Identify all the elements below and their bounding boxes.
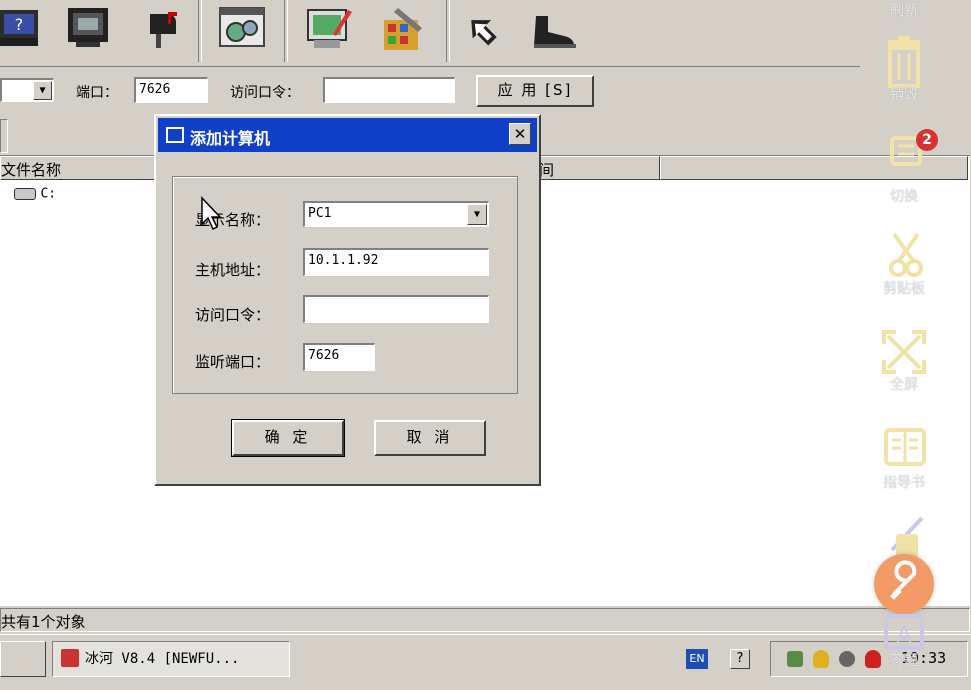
- listen-port-label: 监听端口：: [195, 353, 271, 371]
- port-input[interactable]: 7626: [134, 77, 208, 103]
- floating-tool-button[interactable]: [874, 554, 934, 614]
- shield-icon[interactable]: [813, 650, 829, 668]
- sidebar-item-label: 刷新: [890, 3, 918, 19]
- display-name-value: PC1: [308, 206, 332, 221]
- trash-icon: [888, 36, 920, 88]
- security-icon[interactable]: [839, 651, 855, 667]
- display-name-select[interactable]: PC1 ▼: [303, 201, 489, 227]
- clipboard-icon: [889, 232, 923, 277]
- toolbar-separator: [446, 0, 450, 62]
- column-header-label: 间: [539, 161, 555, 179]
- close-icon: ✕: [513, 125, 527, 143]
- sidebar-item-label: 剪贴板: [883, 281, 925, 297]
- toolbar: ?: [0, 0, 860, 67]
- shoe-icon[interactable]: [530, 10, 576, 54]
- sidebar-item-guide-book[interactable]: 指导书: [862, 424, 946, 492]
- taskbar-app-title: 冰河 V8.4 [NEWFU...: [85, 651, 240, 667]
- computer-select[interactable]: ▼: [0, 78, 54, 102]
- notification-badge: 2: [916, 129, 938, 151]
- computer-icon[interactable]: [66, 6, 110, 50]
- mailbox-icon[interactable]: [140, 6, 184, 50]
- close-button[interactable]: ✕: [509, 123, 531, 145]
- help-monitor-icon[interactable]: ?: [0, 6, 44, 50]
- connection-bar: ▼ 端口： 7626 访问口令： 应 用 [S]: [0, 67, 860, 115]
- sidebar-item-switch[interactable]: 2 切换: [862, 129, 946, 206]
- sidebar-item-answer-label-wrap[interactable]: A 答题: [862, 612, 946, 670]
- taskbar: 冰河 V8.4 [NEWFU... EN ? 19:33: [0, 634, 971, 690]
- password-label: 访问口令：: [230, 85, 300, 101]
- column-header-label: 文件名称: [1, 161, 62, 179]
- port-label: 端口：: [76, 85, 118, 101]
- drive-icon: [14, 188, 36, 200]
- password-input[interactable]: [303, 295, 489, 323]
- sidebar-item-refresh[interactable]: 刷新: [862, 0, 946, 20]
- host-address-label: 主机地址：: [195, 261, 271, 279]
- sidebar-item-label: 全屏: [890, 377, 918, 393]
- guide-book-icon: [884, 428, 926, 466]
- help-icon[interactable]: ?: [730, 649, 750, 669]
- pencil-icon: [890, 516, 924, 558]
- password-label: 访问口令：: [195, 306, 271, 324]
- app-icon: [61, 649, 79, 667]
- mouse-cursor-icon: [201, 196, 222, 231]
- add-computer-dialog: 添加计算机 ✕ 显示名称： PC1 ▼ 主机地址： 10.1.1.92 访问口令…: [154, 114, 541, 486]
- sidebar-item-label: 切换: [890, 189, 918, 205]
- sidebar-item-destroy[interactable]: 销毁: [862, 36, 946, 104]
- chevron-down-icon[interactable]: ▼: [467, 204, 487, 225]
- sidebar-item-label: 答题: [890, 653, 918, 669]
- wrench-icon: [890, 560, 917, 600]
- svg-text:?: ?: [15, 15, 24, 34]
- remote-tools-icon[interactable]: [306, 6, 352, 50]
- network-icon[interactable]: [787, 651, 803, 667]
- status-bar: 共有1个对象: [0, 606, 970, 632]
- list-item[interactable]: C:: [14, 186, 56, 204]
- svg-text:A: A: [896, 623, 911, 648]
- arrow-icon[interactable]: [464, 10, 508, 54]
- cancel-button[interactable]: 取 消: [374, 420, 486, 456]
- sidebar-item-label: 指导书: [883, 475, 925, 491]
- sidebar-item-clipboard[interactable]: 剪贴板: [862, 228, 946, 298]
- host-address-input[interactable]: 10.1.1.92: [303, 248, 489, 276]
- screen-settings-icon[interactable]: [218, 6, 265, 50]
- network-computer-icon: [166, 127, 184, 143]
- list-item-name: C:: [40, 186, 57, 202]
- ok-button[interactable]: 确 定: [231, 419, 345, 457]
- chevron-down-icon[interactable]: ▼: [33, 81, 52, 100]
- fullscreen-icon: [882, 330, 926, 374]
- dialog-title: 添加计算机: [190, 129, 271, 148]
- sidebar-item-fullscreen[interactable]: 全屏: [862, 326, 946, 394]
- status-panel: 共有1个对象: [0, 608, 970, 632]
- column-header-time[interactable]: 间: [532, 156, 660, 180]
- taskbar-app-button[interactable]: 冰河 V8.4 [NEWFU...: [52, 641, 290, 677]
- tree-pane-edge: [0, 119, 8, 153]
- sidebar-item-label: 销毁: [890, 87, 918, 103]
- listen-port-input[interactable]: 7626: [303, 343, 375, 371]
- toolbar-separator: [284, 0, 288, 62]
- taskbar-left-button[interactable]: [0, 641, 46, 677]
- dialog-title-bar[interactable]: 添加计算机 ✕: [158, 118, 537, 152]
- status-text: 共有1个对象: [1, 613, 86, 631]
- language-indicator[interactable]: EN: [686, 649, 708, 669]
- config-tools-icon[interactable]: [378, 6, 422, 50]
- apply-button[interactable]: 应 用 [S]: [476, 75, 594, 107]
- toolbar-separator: [198, 0, 202, 62]
- password-input[interactable]: [323, 77, 455, 103]
